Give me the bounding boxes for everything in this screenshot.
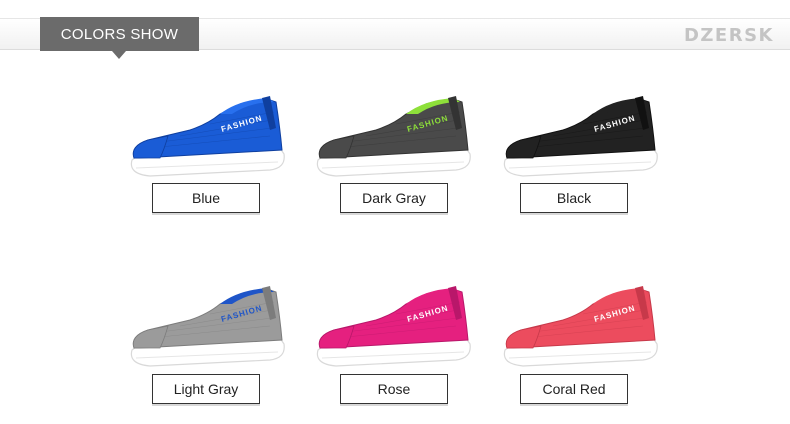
shoe-image: FASHION — [316, 286, 471, 367]
product-item: FASHION — [493, 88, 673, 183]
shoe-image: FASHION — [503, 96, 658, 177]
shoe-image: FASHION — [316, 96, 471, 177]
shoe-image: FASHION — [503, 286, 658, 367]
product-item: FASHION — [120, 278, 300, 373]
tab-pointer — [112, 51, 126, 59]
brand-logo: DZERSK — [683, 25, 774, 46]
shoe-image: FASHION — [130, 96, 285, 177]
shoe-image: FASHION — [130, 286, 285, 367]
product-item: FASHION — [120, 88, 300, 183]
color-label: Light Gray — [152, 374, 260, 404]
product-item: FASHION — [306, 88, 486, 183]
product-item: FASHION — [306, 278, 486, 373]
product-item: FASHION — [493, 278, 673, 373]
color-label: Black — [520, 183, 628, 213]
color-label: Dark Gray — [340, 183, 448, 213]
colors-show-tab: COLORS SHOW — [40, 17, 199, 51]
color-label: Rose — [340, 374, 448, 404]
color-label: Coral Red — [520, 374, 628, 404]
color-label: Blue — [152, 183, 260, 213]
